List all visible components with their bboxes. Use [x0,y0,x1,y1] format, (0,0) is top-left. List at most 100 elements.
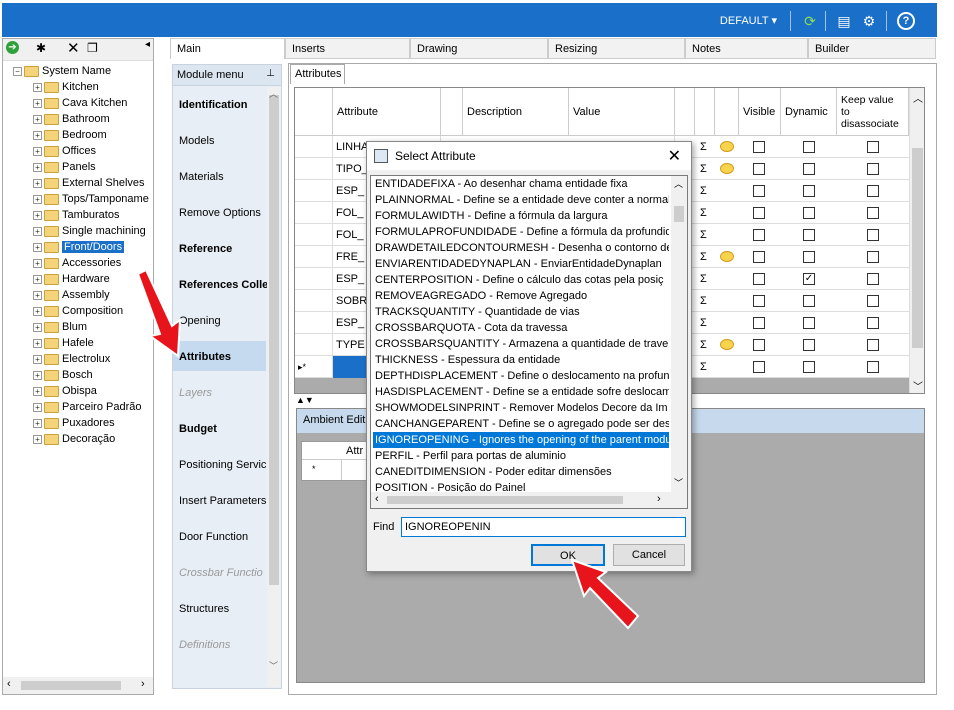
copy-icon[interactable]: ❐ [87,41,98,55]
formula-icon[interactable]: Σ [700,312,707,334]
tree-item[interactable]: + Assembly [33,287,110,303]
expand-icon[interactable]: + [33,370,42,380]
scroll-thumb[interactable] [21,681,121,690]
refresh-icon[interactable]: ⟳ [801,12,819,30]
scroll-thumb[interactable] [269,95,279,585]
tree-item[interactable]: + Panels [33,159,96,175]
formula-icon[interactable]: Σ [700,334,707,356]
comment-icon[interactable] [720,163,734,174]
module-menu-item[interactable]: Door Function [179,531,267,543]
visible-checkbox[interactable] [753,185,765,197]
expand-icon[interactable]: + [33,290,42,300]
visible-checkbox[interactable] [753,207,765,219]
row-header[interactable] [295,268,333,290]
dynamic-checkbox[interactable] [803,141,815,153]
visible-checkbox[interactable] [753,317,765,329]
list-item[interactable]: TRACKSQUANTITY - Quantidade de vias [373,304,669,320]
tree-item[interactable]: + Kitchen [33,79,99,95]
tab-builder[interactable]: Builder [808,38,936,59]
tree-item[interactable]: + Puxadores [33,415,115,431]
visible-checkbox[interactable] [753,339,765,351]
list-item[interactable]: SHOWMODELSINPRINT - Remover Modelos Deco… [373,400,669,416]
formula-icon[interactable]: Σ [700,356,707,378]
expand-icon[interactable]: + [33,98,42,108]
tree-horizontal-scrollbar[interactable]: ‹ › [3,677,153,694]
comment-icon[interactable] [720,141,734,152]
list-item[interactable]: PLAINNORMAL - Define se a entidade deve … [373,192,669,208]
dynamic-checkbox[interactable] [803,207,815,219]
expand-icon[interactable]: + [33,242,42,252]
list-item[interactable]: CROSSBARSQUANTITY - Armazena a quantidad… [373,336,669,352]
module-menu-item[interactable]: Crossbar Functio [179,567,267,579]
list-item[interactable]: THICKNESS - Espessura da entidade [373,352,669,368]
keep-value-checkbox[interactable] [867,361,879,373]
visible-checkbox[interactable] [753,163,765,175]
visible-checkbox[interactable] [753,361,765,373]
scroll-thumb[interactable] [674,206,684,222]
profile-dropdown[interactable]: DEFAULT ▾ [720,14,777,27]
list-item[interactable]: ENTIDADEFIXA - Ao desenhar chama entidad… [373,176,669,192]
row-header[interactable] [295,136,333,158]
column-header-visible[interactable]: Visible [739,88,781,136]
row-header[interactable] [295,334,333,356]
tree-item[interactable]: + External Shelves [33,175,145,191]
expand-icon[interactable]: + [33,322,42,332]
scroll-up-icon[interactable]: ︿ [674,177,683,190]
keep-value-checkbox[interactable] [867,163,879,175]
ambient-new-row[interactable]: * [302,460,342,480]
row-header[interactable] [295,202,333,224]
visible-checkbox[interactable] [753,295,765,307]
list-item[interactable]: ENVIARENTIDADEDYNAPLAN - EnviarEntidadeD… [373,256,669,272]
dynamic-checkbox[interactable] [803,361,815,373]
scroll-down-icon[interactable]: ﹀ [674,476,683,489]
formula-icon[interactable]: Σ [700,268,707,290]
help-icon[interactable]: ? [897,12,915,30]
tree-item[interactable]: + Blum [33,319,87,335]
module-menu-item[interactable]: Models [179,135,267,147]
module-menu-item[interactable]: Layers [179,387,267,399]
dynamic-checkbox[interactable] [803,229,815,241]
expand-icon[interactable]: + [33,82,42,92]
row-header[interactable] [295,224,333,246]
list-item[interactable]: CANCHANGEPARENT - Define se o agregado p… [373,416,669,432]
column-header-value[interactable]: Value [569,88,675,136]
tree-item[interactable]: + Tamburatos [33,207,119,223]
expand-icon[interactable]: + [33,194,42,204]
list-vertical-scrollbar[interactable]: ︿ ﹀ [671,176,687,492]
tree-item[interactable]: + Bedroom [33,127,107,143]
formula-icon[interactable]: Σ [700,158,707,180]
row-header[interactable] [295,290,333,312]
list-item[interactable]: REMOVEAGREGADO - Remove Agregado [373,288,669,304]
layout-icon[interactable]: ▤ [835,12,853,30]
module-menu-item[interactable]: Reference [179,243,267,255]
list-item[interactable]: PERFIL - Perfil para portas de aluminio [373,448,669,464]
keep-value-checkbox[interactable] [867,317,879,329]
settings-icon[interactable]: ⚙ [860,12,878,30]
keep-value-checkbox[interactable] [867,207,879,219]
column-header-attribute[interactable]: Attribute [333,88,441,136]
splitter-arrows-icon[interactable]: ▲▼ [296,395,314,405]
visible-checkbox[interactable] [753,273,765,285]
find-input[interactable] [401,517,686,537]
scroll-thumb[interactable] [387,496,623,504]
expand-icon[interactable]: + [33,114,42,124]
scroll-right-icon[interactable]: › [141,678,145,690]
tree-item[interactable]: + Decoração [33,431,115,447]
dynamic-checkbox[interactable]: ✓ [803,273,815,285]
tree-item[interactable]: + Tops/Tamponame [33,191,149,207]
module-menu-item[interactable]: Definitions [179,639,267,651]
keep-value-checkbox[interactable] [867,141,879,153]
expand-icon[interactable]: + [33,274,42,284]
go-icon[interactable]: ➔ [6,41,19,54]
tree-item[interactable]: + Accessories [33,255,121,271]
list-item[interactable]: CENTERPOSITION - Define o cálculo das co… [373,272,669,288]
visible-checkbox[interactable] [753,251,765,263]
keep-value-checkbox[interactable] [867,251,879,263]
list-item[interactable]: FORMULAWIDTH - Define a fórmula da largu… [373,208,669,224]
tab-inserts[interactable]: Inserts [285,38,410,59]
list-item[interactable]: DRAWDETAILEDCONTOURMESH - Desenha o cont… [373,240,669,256]
list-item[interactable]: CANEDITDIMENSION - Poder editar dimensõe… [373,464,669,480]
module-menu-item[interactable]: Budget [179,423,267,435]
visible-checkbox[interactable] [753,141,765,153]
expand-icon[interactable]: + [33,226,42,236]
